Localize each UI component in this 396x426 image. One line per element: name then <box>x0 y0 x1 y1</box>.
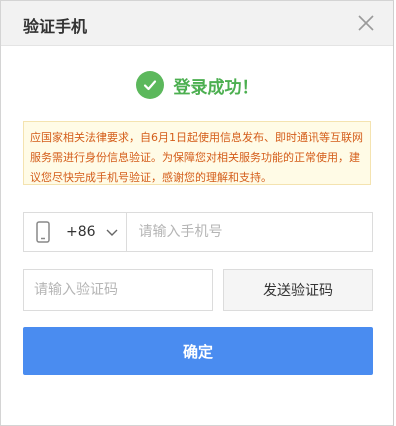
verification-code-input[interactable] <box>23 269 213 311</box>
country-code-select[interactable]: +86 <box>66 224 96 240</box>
login-success-status: 登录成功！ <box>1 71 393 99</box>
dialog-header: 验证手机 <box>1 1 393 46</box>
phone-input-row: +86 <box>23 212 373 252</box>
mobile-phone-icon <box>36 221 50 243</box>
chevron-down-icon[interactable] <box>106 226 118 238</box>
confirm-button[interactable]: 确定 <box>23 327 373 375</box>
divider <box>125 213 127 251</box>
check-circle-icon <box>135 71 164 99</box>
dialog-title: 验证手机 <box>23 17 88 36</box>
success-message: 登录成功！ <box>173 77 259 98</box>
close-icon[interactable] <box>357 14 375 32</box>
send-code-button[interactable]: 发送验证码 <box>223 269 373 311</box>
verify-phone-dialog: 验证手机 登录成功！ 应国家相关法律要求，自6月1日起使用信息发布、即时通讯等互… <box>0 0 394 426</box>
phone-number-input[interactable] <box>136 213 372 251</box>
legal-notice: 应国家相关法律要求，自6月1日起使用信息发布、即时通讯等互联网服务需进行身份信息… <box>23 121 371 185</box>
